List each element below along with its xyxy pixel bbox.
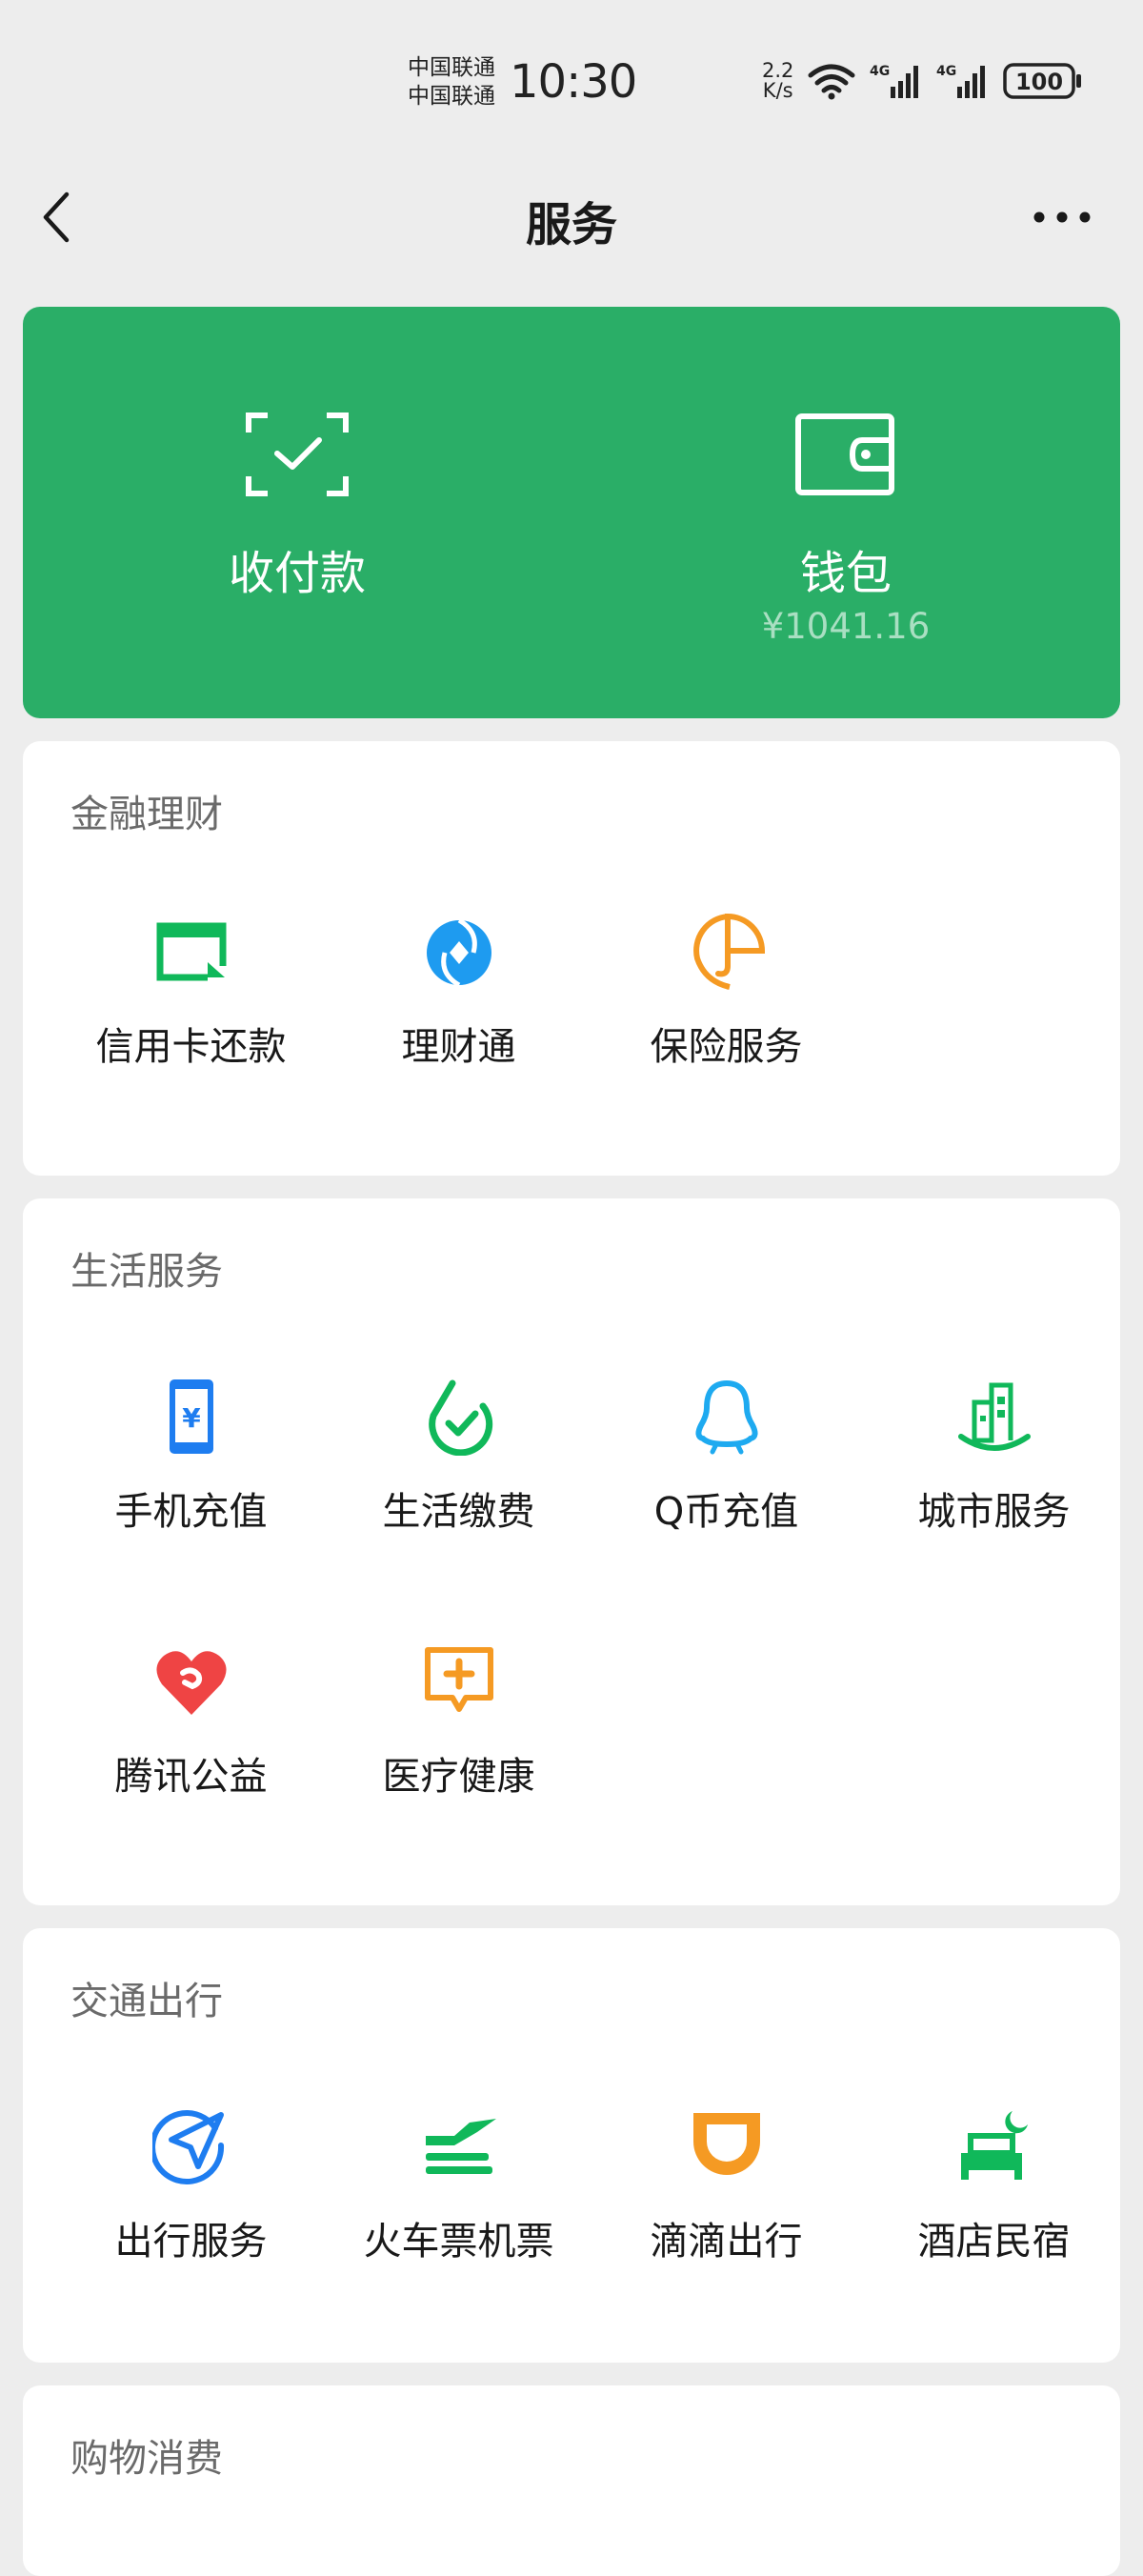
wealth-icon — [427, 917, 491, 988]
tile-label: 滴滴出行 — [650, 2220, 803, 2264]
section-shopping: 购物消费 — [23, 2385, 1120, 2576]
section-transport: 交通出行 出行服务 火车票机票 滴滴出行 酒店民宿 — [23, 1928, 1120, 2363]
tile-mobile-topup[interactable]: ¥ 手机充值 — [57, 1378, 325, 1568]
tile-hotel-homestay[interactable]: 酒店民宿 — [860, 2107, 1128, 2298]
more-button[interactable] — [1029, 200, 1095, 234]
check-circle-icon — [429, 1379, 493, 1456]
tile-travel-services[interactable]: 出行服务 — [57, 2107, 325, 2298]
tile-medical-health[interactable]: 医疗健康 — [325, 1642, 592, 1833]
section-life-services: 生活服务 ¥ 手机充值 生活缴费 Q币充值 城市服务 腾讯公益 医疗健康 — [23, 1198, 1120, 1905]
svg-text:4G: 4G — [870, 64, 890, 79]
net-speed: 2.2 K/s — [762, 59, 794, 102]
battery-icon: 100 — [1003, 63, 1082, 99]
didi-icon — [693, 2113, 760, 2175]
heart-icon — [156, 1651, 227, 1715]
receive-pay-label: 收付款 — [228, 547, 366, 600]
tile-insurance[interactable]: 保险服务 — [592, 913, 860, 1103]
clock: 10:30 — [510, 55, 637, 109]
tile-label: 火车票机票 — [363, 2220, 554, 2264]
svg-text:4G: 4G — [936, 64, 956, 79]
tile-label: 信用卡还款 — [95, 1025, 287, 1069]
nav-bar: 服务 — [0, 162, 1143, 272]
carrier-info: 中国联通 中国联通 — [408, 53, 495, 111]
page-title: 服务 — [525, 198, 617, 252]
wallet-card: 收付款 钱包 ¥1041.16 — [23, 307, 1120, 718]
tile-label: 保险服务 — [650, 1025, 803, 1069]
signal-icon-1: 4G — [870, 64, 919, 98]
tile-didi[interactable]: 滴滴出行 — [592, 2107, 860, 2298]
svg-text:100: 100 — [1015, 69, 1063, 95]
carrier-1: 中国联通 — [408, 55, 495, 80]
carrier-2: 中国联通 — [408, 84, 495, 109]
section-title: 金融理财 — [70, 793, 223, 836]
section-title: 生活服务 — [70, 1250, 223, 1294]
tile-label: 城市服务 — [917, 1490, 1071, 1534]
status-icons: 2.2 K/s 4G 4G 100 — [762, 61, 1083, 101]
status-bar: 中国联通 中国联通 10:30 2.2 K/s 4G 4G 100 — [0, 0, 1143, 162]
tile-city-services[interactable]: 城市服务 — [860, 1378, 1128, 1568]
wifi-icon — [808, 64, 855, 100]
wallet-icon — [795, 413, 894, 495]
wallet-balance: ¥1041.16 — [761, 606, 931, 647]
city-icon — [958, 1382, 1031, 1451]
tile-qcoin-topup[interactable]: Q币充值 — [592, 1378, 860, 1568]
more-dots-icon — [1033, 211, 1091, 223]
penguin-icon — [695, 1379, 758, 1455]
tile-train-flight[interactable]: 火车票机票 — [325, 2107, 592, 2298]
credit-card-icon — [156, 922, 227, 981]
hotel-bed-icon — [961, 2111, 1028, 2180]
phone-icon: ¥ — [170, 1379, 213, 1454]
wallet-button[interactable]: 钱包 ¥1041.16 — [572, 307, 1120, 718]
umbrella-icon — [693, 913, 766, 990]
svg-text:¥: ¥ — [182, 1402, 201, 1434]
tile-label: 医疗健康 — [382, 1755, 535, 1799]
tile-utility-bills[interactable]: 生活缴费 — [325, 1378, 592, 1568]
tile-credit-card-repay[interactable]: 信用卡还款 — [57, 913, 325, 1103]
section-title: 交通出行 — [70, 1980, 223, 2023]
tile-label: 腾讯公益 — [114, 1755, 268, 1799]
wallet-label: 钱包 — [799, 547, 892, 600]
tile-label: Q币充值 — [653, 1490, 799, 1534]
tile-label: 手机充值 — [114, 1490, 268, 1534]
section-title: 购物消费 — [70, 2437, 223, 2481]
scan-check-icon — [246, 413, 349, 496]
train-plane-icon — [426, 2119, 496, 2174]
receive-pay-button[interactable]: 收付款 — [23, 307, 572, 718]
tile-tencent-charity[interactable]: 腾讯公益 — [57, 1642, 325, 1833]
tile-label: 理财通 — [401, 1025, 516, 1069]
signal-icon-2: 4G — [936, 64, 986, 98]
section-finance: 金融理财 信用卡还款 理财通 保险服务 — [23, 741, 1120, 1176]
tile-label: 出行服务 — [114, 2220, 268, 2264]
medical-icon — [425, 1647, 493, 1712]
tile-licaitong[interactable]: 理财通 — [325, 913, 592, 1103]
tile-label: 酒店民宿 — [917, 2220, 1071, 2264]
navigation-icon — [152, 2109, 225, 2184]
tile-label: 生活缴费 — [382, 1490, 535, 1534]
